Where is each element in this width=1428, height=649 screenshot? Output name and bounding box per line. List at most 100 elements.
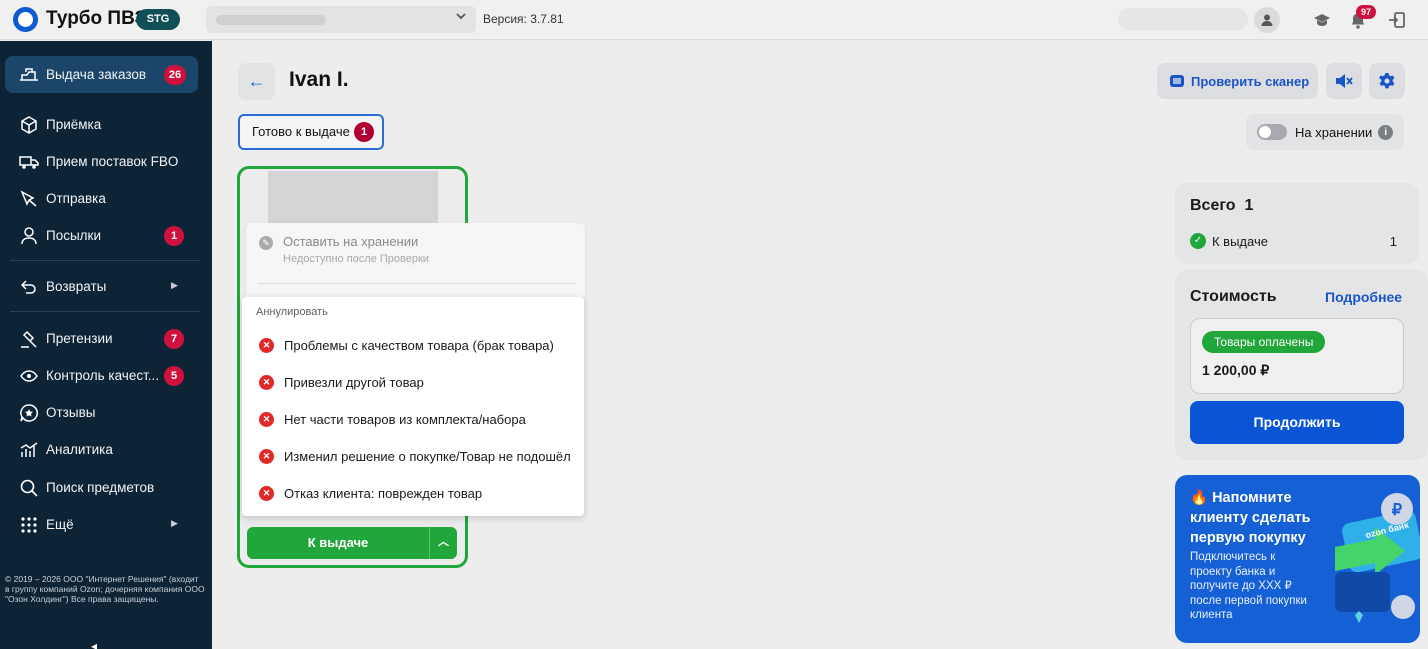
cost-heading: Стоимость: [1190, 288, 1277, 305]
chart-icon: [18, 441, 40, 459]
check-scanner-button[interactable]: Проверить сканер: [1157, 63, 1318, 99]
search-icon: [18, 479, 40, 497]
chevron-down-icon: [456, 13, 466, 20]
person-icon: [18, 226, 40, 245]
sidebar-item-label: Контроль качест...: [46, 368, 160, 383]
total-heading: Всего 1: [1190, 197, 1253, 215]
payment-box: Товары оплачены 1 200,00 ₽: [1190, 318, 1404, 394]
menu-item-cancel-reason[interactable]: ✕ Привезли другой товар: [242, 364, 584, 401]
cancel-x-icon: ✕: [259, 449, 274, 464]
sidebar-item-label: Отзывы: [46, 405, 96, 420]
promo-banner[interactable]: 🔥 Напомните клиенту сделать первую покуп…: [1175, 475, 1420, 643]
env-badge: STG: [136, 9, 180, 30]
sidebar-divider: [10, 311, 200, 312]
caret-right-icon: ▶: [171, 280, 178, 290]
collapse-sidebar-icon[interactable]: ◂: [91, 639, 97, 649]
notification-count-badge: 97: [1356, 5, 1376, 19]
toggle-label: На хранении: [1295, 124, 1373, 140]
tab-label: Готово к выдаче: [252, 124, 350, 139]
bank-card-illustration-icon: ₽: [1335, 493, 1420, 623]
top-bar: Турбо ПВЗ STG Версия: 3.7.81 97: [0, 0, 1428, 40]
logout-icon[interactable]: [1384, 8, 1410, 32]
user-avatar-icon[interactable]: [1254, 7, 1280, 33]
sidebar-item-reviews[interactable]: Отзывы: [5, 394, 198, 431]
branch-name-redacted: [216, 15, 326, 25]
total-row-label: К выдаче: [1212, 233, 1268, 249]
sidebar-item-parcels[interactable]: Посылки 1: [5, 217, 198, 254]
arrow-left-icon: ←: [247, 71, 266, 91]
branch-select[interactable]: [206, 6, 476, 33]
sidebar-item-label: Возвраты: [46, 279, 107, 294]
total-count: 1: [1244, 197, 1254, 214]
menu-item-label: Изменил решение о покупке/Товар не подош…: [284, 449, 571, 464]
menu-item-cancel-reason[interactable]: ✕ Изменил решение о покупке/Товар не подо…: [242, 438, 584, 475]
menu-item-label: Проблемы с качеством товара (брак товара…: [284, 338, 554, 353]
toggle-switch[interactable]: [1257, 124, 1287, 140]
sidebar-item-fbo[interactable]: Прием поставок FBO: [5, 143, 198, 180]
cost-panel: Стоимость Подробнее Товары оплачены 1 20…: [1175, 270, 1428, 460]
tab-ready-to-issue[interactable]: Готово к выдаче 1: [238, 114, 384, 150]
sidebar-divider: [10, 260, 200, 261]
details-link[interactable]: Подробнее: [1325, 289, 1402, 305]
menu-divider: [258, 283, 576, 284]
app-title: Турбо ПВЗ: [46, 8, 147, 29]
menu-item-cancel-reason[interactable]: ✕ Проблемы с качеством товара (брак товар…: [242, 327, 584, 364]
tab-count-badge: 1: [354, 122, 374, 142]
return-arrow-icon: [18, 278, 40, 296]
sound-mute-button[interactable]: [1326, 63, 1362, 99]
sidebar-count-badge: 7: [164, 329, 184, 349]
paid-status-badge: Товары оплачены: [1202, 331, 1326, 353]
sidebar-item-acceptance[interactable]: Приёмка: [5, 106, 198, 143]
promo-text: Подключитесь к проекту банка и получите …: [1190, 551, 1307, 621]
sidebar-item-sending[interactable]: Отправка: [5, 180, 198, 217]
button-label: Проверить сканер: [1191, 73, 1310, 89]
menu-item-label: Нет части товаров из комплекта/набора: [284, 412, 526, 427]
sidebar-item-label: Выдача заказов: [46, 67, 147, 82]
cancel-x-icon: ✕: [259, 412, 274, 427]
settings-button[interactable]: [1369, 63, 1405, 99]
continue-button[interactable]: Продолжить: [1190, 401, 1404, 444]
product-image: [268, 171, 438, 223]
storage-toggle[interactable]: На хранении i: [1246, 114, 1404, 150]
sidebar-item-search[interactable]: Поиск предметов: [5, 469, 198, 506]
total-panel: Всего 1 ✓ К выдаче 1: [1175, 183, 1419, 264]
sidebar-item-quality-control[interactable]: Контроль качест... 5: [5, 357, 198, 394]
menu-item-label: Привезли другой товар: [284, 375, 424, 390]
menu-item-label: Отказ клиента: поврежден товар: [284, 486, 483, 501]
svg-text:₽: ₽: [1392, 502, 1402, 519]
sidebar-item-label: Прием поставок FBO: [46, 154, 179, 169]
truck-user-icon: [18, 66, 40, 84]
logo-icon: [13, 7, 38, 32]
pencil-icon: ✎: [259, 236, 273, 250]
order-amount: 1 200,00 ₽: [1202, 362, 1270, 378]
cancel-x-icon: ✕: [259, 486, 274, 501]
sidebar-count-badge: 26: [164, 65, 186, 85]
delivery-truck-icon: [18, 153, 40, 171]
back-button[interactable]: ←: [238, 63, 275, 100]
sidebar-item-returns[interactable]: Возвраты ▶: [5, 268, 198, 305]
user-name-redacted: [1118, 8, 1248, 30]
issue-button[interactable]: К выдаче: [247, 527, 430, 559]
sidebar-item-order-issue[interactable]: Выдача заказов 26: [5, 56, 198, 93]
menu-item-cancel-reason[interactable]: ✕ Отказ клиента: поврежден товар: [242, 475, 584, 512]
total-row: ✓ К выдаче 1: [1190, 233, 1397, 249]
sidebar-item-claims[interactable]: Претензии 7: [5, 320, 198, 357]
sidebar-item-analytics[interactable]: Аналитика: [5, 431, 198, 468]
cancel-x-icon: ✕: [259, 338, 274, 353]
barcode-icon: [1170, 75, 1184, 87]
sidebar-item-more[interactable]: Ещё ▶: [5, 506, 198, 543]
sidebar-item-label: Посылки: [46, 228, 101, 243]
menu-section-header: Аннулировать: [256, 306, 328, 318]
caret-right-icon: ▶: [171, 518, 178, 528]
sidebar-item-label: Приёмка: [46, 117, 102, 132]
chevron-up-icon[interactable]: ︿: [430, 527, 457, 559]
menu-item-cancel-reason[interactable]: ✕ Нет части товаров из комплекта/набора: [242, 401, 584, 438]
graduation-cap-icon[interactable]: [1309, 8, 1335, 32]
check-circle-icon: ✓: [1190, 233, 1206, 249]
info-icon[interactable]: i: [1378, 124, 1394, 140]
sidebar-item-label: Отправка: [46, 191, 106, 206]
gavel-icon: [18, 330, 40, 348]
sidebar-count-badge: 5: [164, 366, 184, 386]
sidebar-item-label: Претензии: [46, 331, 113, 346]
sidebar-count-badge: 1: [164, 226, 184, 246]
